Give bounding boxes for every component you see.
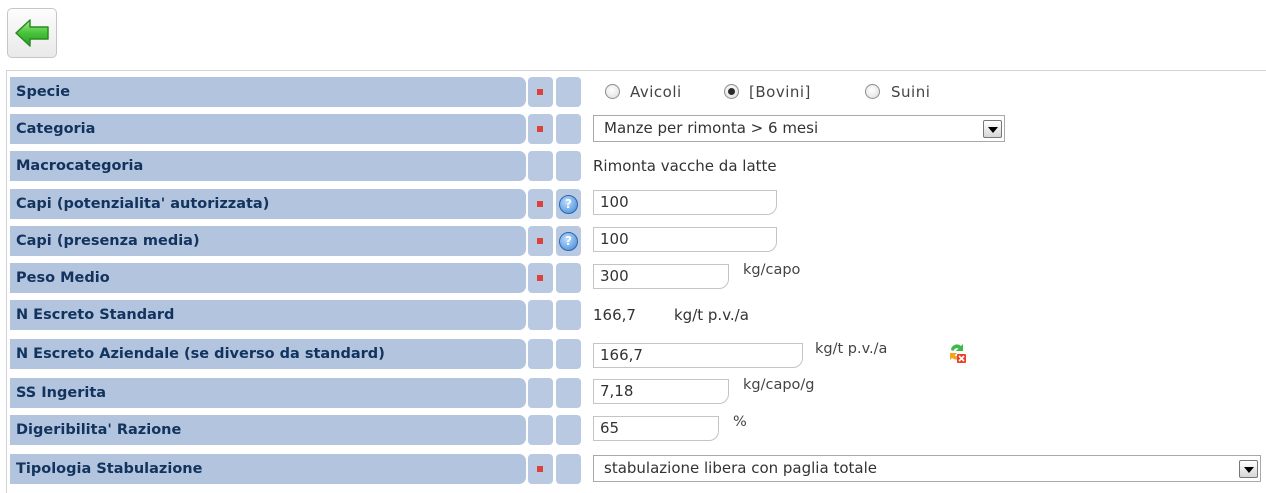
unit-label: kg/capo/g [743, 377, 815, 393]
unit-label: kg/t p.v./a [674, 306, 749, 324]
required-marker [537, 201, 543, 207]
categoria-select[interactable]: Manze per rimonta > 6 mesi [593, 115, 1005, 142]
required-marker [537, 466, 543, 472]
required-marker [537, 126, 543, 132]
help-icon[interactable]: ? [559, 232, 578, 251]
row-ss-ingerita: SS Ingerita 7,18 kg/capo/g [7, 374, 1266, 411]
row-tipologia-stabulazione: Tipologia Stabulazione stabulazione libe… [7, 450, 1266, 487]
help-cell [556, 77, 581, 107]
chevron-down-icon[interactable] [1239, 460, 1258, 478]
required-cell [528, 77, 553, 107]
help-icon[interactable]: ? [559, 195, 578, 214]
row-specie: Specie Avicoli [Bovini] Suini [7, 73, 1266, 110]
row-capi-potenzialita: Capi (potenzialita' autorizzata) ? 100 [7, 185, 1266, 222]
field-label: Capi (potenzialita' autorizzata) [10, 189, 526, 219]
help-cell: ? [556, 189, 581, 219]
field-label: N Escreto Aziendale (se diverso da stand… [10, 339, 526, 369]
radio-label-bovini: [Bovini] [749, 83, 811, 101]
stabulazione-select[interactable]: stabulazione libera con paglia totale [593, 455, 1261, 482]
help-cell [556, 454, 581, 484]
field-label: Categoria [10, 114, 526, 144]
help-cell [556, 339, 581, 369]
unit-label: % [733, 414, 747, 430]
field-label: N Escreto Standard [10, 300, 526, 330]
peso-medio-input[interactable]: 300 [593, 264, 729, 289]
back-button[interactable] [7, 8, 57, 58]
row-digeribilita: Digeribilita' Razione 65 % [7, 411, 1266, 448]
help-cell [556, 378, 581, 408]
required-cell [528, 415, 553, 445]
required-cell [528, 454, 553, 484]
radio-suini[interactable] [865, 84, 880, 99]
unit-label: kg/capo [743, 262, 801, 278]
capi-presenza-input[interactable]: 100 [593, 227, 777, 252]
help-cell [556, 415, 581, 445]
help-cell [556, 151, 581, 181]
field-label: Capi (presenza media) [10, 226, 526, 256]
field-label: Peso Medio [10, 263, 526, 293]
radio-avicoli[interactable] [605, 84, 620, 99]
required-cell [528, 151, 553, 181]
field-label: SS Ingerita [10, 378, 526, 408]
required-cell [528, 378, 553, 408]
field-label: Digeribilita' Razione [10, 415, 526, 445]
row-peso-medio: Peso Medio 300 kg/capo [7, 259, 1266, 296]
help-cell [556, 114, 581, 144]
livestock-form: Specie Avicoli [Bovini] Suini Categoria … [6, 70, 1266, 493]
field-label: Specie [10, 77, 526, 107]
macrocategoria-value: Rimonta vacche da latte [593, 157, 777, 175]
field-label: Tipologia Stabulazione [10, 454, 526, 484]
help-cell: ? [556, 226, 581, 256]
recalculate-icon[interactable] [947, 342, 967, 364]
n-escreto-aziendale-input[interactable]: 166,7 [593, 343, 803, 368]
row-macrocategoria: Macrocategoria Rimonta vacche da latte [7, 147, 1266, 184]
digeribilita-input[interactable]: 65 [593, 416, 719, 441]
green-left-arrow-icon [15, 19, 49, 47]
capi-potenzialita-input[interactable]: 100 [593, 190, 777, 215]
ss-ingerita-input[interactable]: 7,18 [593, 379, 729, 404]
required-marker [537, 238, 543, 244]
required-cell [528, 339, 553, 369]
row-categoria: Categoria Manze per rimonta > 6 mesi [7, 110, 1266, 147]
chevron-down-icon[interactable] [983, 120, 1002, 138]
unit-label: kg/t p.v./a [815, 341, 888, 357]
required-cell [528, 189, 553, 219]
required-cell [528, 226, 553, 256]
radio-label-suini: Suini [891, 83, 931, 101]
required-cell [528, 263, 553, 293]
required-marker [537, 89, 543, 95]
required-cell [528, 300, 553, 330]
help-cell [556, 300, 581, 330]
field-label: Macrocategoria [10, 151, 526, 181]
required-cell [528, 114, 553, 144]
row-capi-presenza: Capi (presenza media) ? 100 [7, 222, 1266, 259]
select-value: stabulazione libera con paglia totale [604, 459, 877, 477]
row-n-escreto-standard: N Escreto Standard 166,7 kg/t p.v./a [7, 296, 1266, 333]
radio-label-avicoli: Avicoli [630, 83, 682, 101]
select-value: Manze per rimonta > 6 mesi [604, 119, 819, 137]
radio-bovini[interactable] [724, 84, 739, 99]
row-n-escreto-aziendale: N Escreto Aziendale (se diverso da stand… [7, 335, 1266, 372]
n-escreto-standard-value: 166,7 [593, 306, 636, 324]
required-marker [537, 275, 543, 281]
help-cell [556, 263, 581, 293]
